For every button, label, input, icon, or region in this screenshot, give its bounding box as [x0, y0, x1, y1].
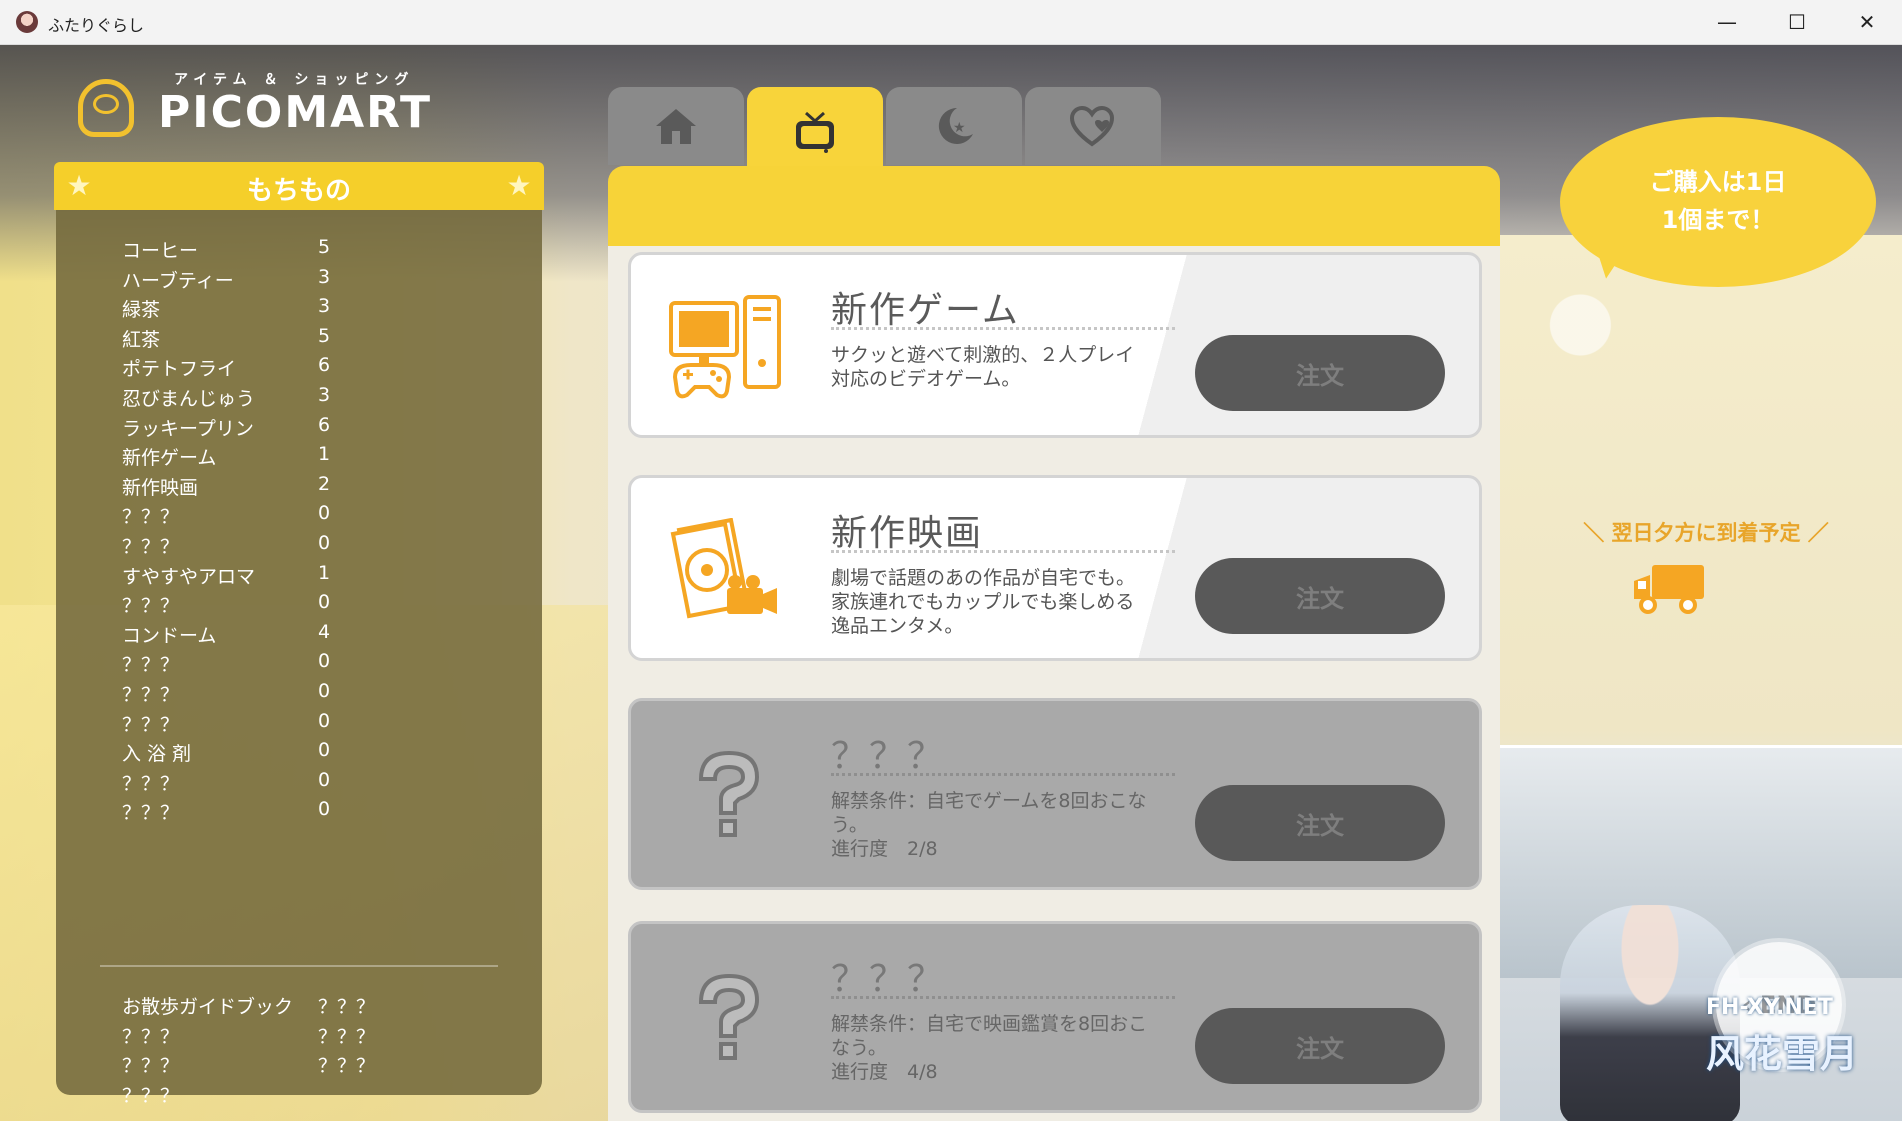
guidebook-row: ？？？？？？ — [122, 1055, 376, 1078]
watermark-site: FH-XY.NET — [1706, 995, 1833, 1020]
game-console-icon — [669, 295, 781, 399]
unlock-condition-text: 解禁条件：自宅で映画鑑賞を8回おこなう。 — [831, 1013, 1148, 1059]
title-underline — [831, 550, 1175, 553]
product-card-locked: ？？？ 解禁条件：自宅でゲームを8回おこなう。 進行度 2/8 注文 — [628, 698, 1482, 890]
title-underline — [831, 327, 1175, 330]
maximize-button[interactable]: ☐ — [1762, 0, 1832, 44]
arrival-notice: ＼ 翌日夕方に到着予定 ／ — [1583, 521, 1829, 545]
product-card: 新作映画 劇場で話題のあの作品が自宅でも。家族連れでもカップルでも楽しめる逸品エ… — [628, 475, 1482, 661]
order-button[interactable]: 注文 — [1195, 558, 1445, 634]
svg-text:★: ★ — [953, 120, 966, 136]
product-title: 新作ゲーム — [831, 290, 1020, 331]
game-screen: アイテム ＆ ショッピング PICOMART ★ もちもの ★ コーヒー 5 ハー… — [0, 45, 1902, 1121]
guidebook-row: ？？？ — [122, 1084, 180, 1107]
question-mark-icon — [698, 973, 760, 1060]
logo-name: PICOMART — [158, 87, 433, 138]
heart-icon — [1069, 105, 1115, 147]
guidebook-list: お散歩ガイドブック？？？ ？？？？？？ ？？？？？？ ？？？ — [122, 992, 442, 1110]
app-icon — [16, 11, 38, 33]
tab-home[interactable] — [608, 87, 744, 165]
tab-love[interactable] — [1025, 87, 1161, 165]
unlock-condition-text: 解禁条件：自宅でゲームを8回おこなう。 — [831, 790, 1147, 836]
purchase-limit-line1: ご購入は1日 — [1649, 168, 1787, 196]
inventory-divider — [100, 965, 498, 967]
unlock-progress: 進行度 2/8 — [831, 838, 938, 860]
tv-icon — [796, 111, 834, 153]
star-icon: ★ — [506, 169, 532, 202]
question-mark-icon — [698, 750, 760, 837]
purchase-limit-bubble: ご購入は1日 1個まで！ — [1560, 117, 1876, 287]
inventory-panel: ★ もちもの ★ コーヒー 5 ハーブティー 3 緑茶 3 紅茶 5 ポテトフライ 6 忍… — [54, 162, 544, 1107]
product-title: ？？？ — [831, 736, 946, 777]
product-title: 新作映画 — [831, 513, 984, 554]
logo-subtitle: アイテム ＆ ショッピング — [174, 72, 415, 88]
inventory-title: もちもの — [246, 176, 351, 206]
minimize-button[interactable]: — — [1692, 0, 1762, 44]
window-titlebar: ふたりぐらし — ☐ ✕ — [0, 0, 1902, 45]
picomart-logo-icon — [78, 79, 134, 137]
order-button[interactable]: 注文 — [1195, 785, 1445, 861]
product-description: サクッと遊べて刺激的、２人プレイ対応のビデオゲーム。 — [831, 344, 1135, 390]
movie-disc-icon — [670, 518, 777, 619]
moon-star-icon: ★ — [938, 107, 973, 144]
product-card-locked: ？？？ 解禁条件：自宅で映画鑑賞を8回おこなう。 進行度 4/8 注文 — [628, 921, 1482, 1113]
watermark-name: 风花雪月 — [1706, 1032, 1859, 1076]
delivery-truck-icon — [1634, 565, 1704, 614]
title-underline — [831, 996, 1175, 999]
tab-night[interactable]: ★ — [886, 87, 1022, 165]
close-button[interactable]: ✕ — [1832, 0, 1902, 44]
unlock-condition: 解禁条件：自宅でゲームを8回おこなう。 進行度 2/8 — [831, 789, 1151, 861]
order-button[interactable]: 注文 — [1195, 1008, 1445, 1084]
product-title: ？？？ — [831, 959, 946, 1000]
window-title: ふたりぐらし — [48, 16, 145, 35]
home-icon — [656, 109, 696, 144]
shop-panel: 新作ゲーム サクッと遊べて刺激的、２人プレイ対応のビデオゲーム。 注文 新作映画… — [608, 166, 1500, 1121]
unlock-condition: 解禁条件：自宅で映画鑑賞を8回おこなう。 進行度 4/8 — [831, 1012, 1151, 1084]
product-description: 劇場で話題のあの作品が自宅でも。家族連れでもカップルでも楽しめる逸品エンタメ。 — [831, 567, 1136, 637]
guidebook-row: ？？？？？？ — [122, 1025, 376, 1048]
inventory-header: ★ もちもの ★ — [54, 162, 544, 210]
purchase-limit-text: ご購入は1日 1個まで！ — [1560, 163, 1876, 239]
purchase-limit-line2: 1個まで！ — [1661, 206, 1775, 234]
order-button[interactable]: 注文 — [1195, 335, 1445, 411]
guidebook-row: お散歩ガイドブック？？？ — [122, 996, 376, 1018]
title-underline — [831, 773, 1175, 776]
product-card: 新作ゲーム サクッと遊べて刺激的、２人プレイ対応のビデオゲーム。 注文 — [628, 252, 1482, 438]
unlock-progress: 進行度 4/8 — [831, 1061, 938, 1083]
